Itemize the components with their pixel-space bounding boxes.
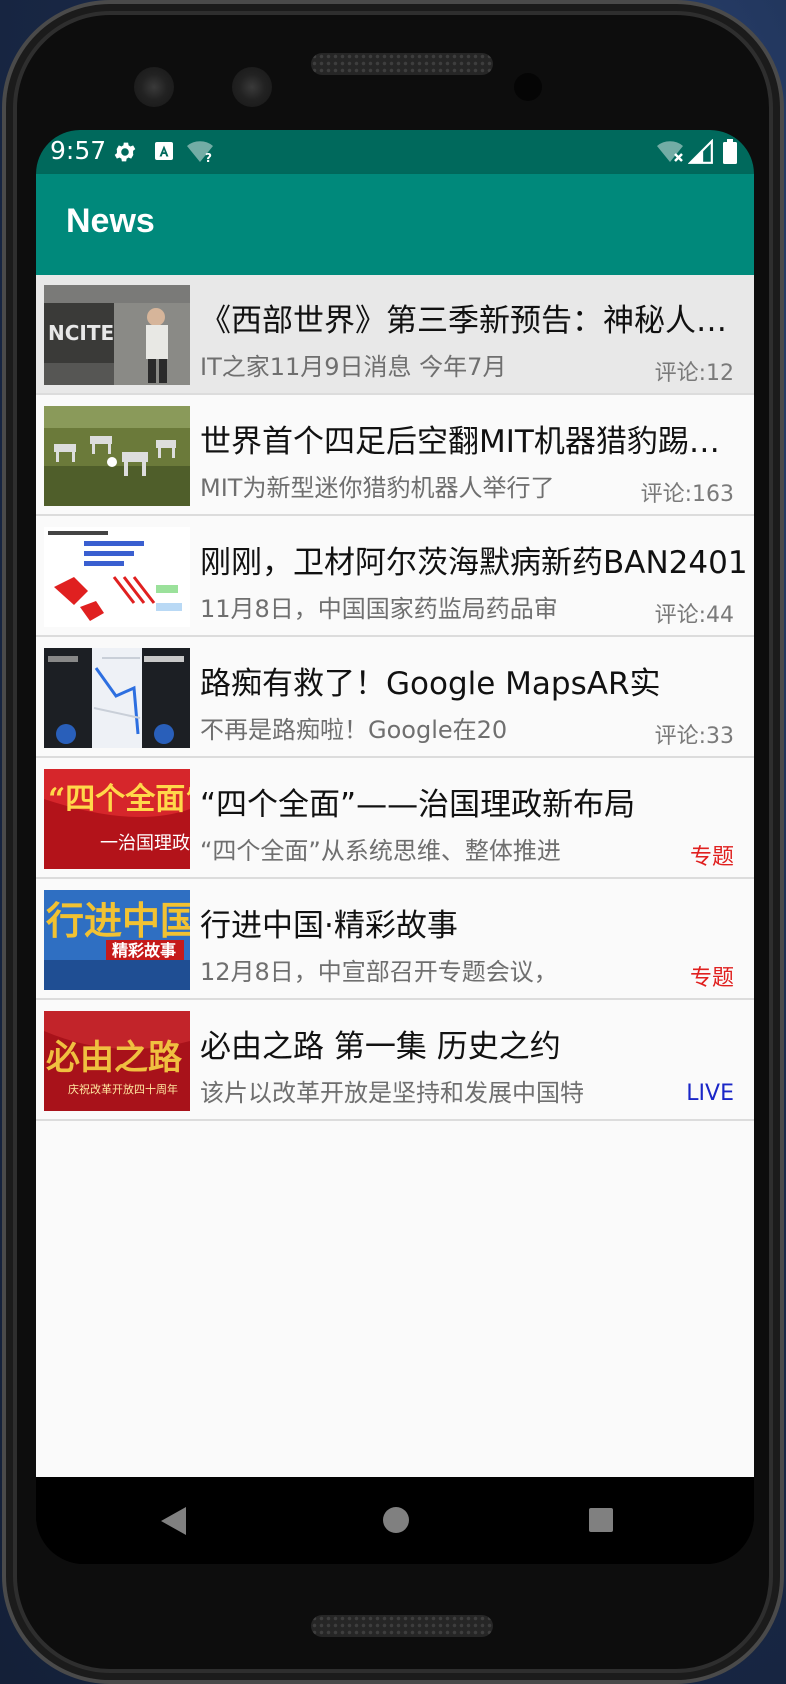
a-notification-icon <box>152 139 176 167</box>
gear-icon <box>112 139 138 169</box>
comment-count: 评论:163 <box>640 482 734 507</box>
app-title: News <box>66 202 155 240</box>
proximity-sensor <box>514 73 542 101</box>
comment-count: 评论:33 <box>654 724 734 749</box>
news-title: 刚刚，卫材阿尔茨海默病新药BAN2401 <box>200 545 748 581</box>
signal-icon <box>687 138 714 169</box>
news-item[interactable]: “四个全面” 一治国理政 “四个全面”——治国理政新布局 “四个全面”从系统思维… <box>36 759 754 879</box>
battery-icon <box>722 139 738 169</box>
news-item[interactable]: NCITE 《西部世界》第三季新预告：神秘人物登场 IT之家11月9日消息 今年… <box>36 275 754 395</box>
news-desc: 不再是路痴啦！Google在20 <box>200 716 508 744</box>
svg-text:?: ? <box>205 151 212 165</box>
news-desc: IT之家11月9日消息 今年7月 <box>200 353 507 381</box>
news-desc: MIT为新型迷你猎豹机器人举行了 <box>200 474 555 502</box>
news-item[interactable]: 必由之路 庆祝改革开放四十周年 必由之路 第一集 历史之约 该片以改革开放是坚持… <box>36 1001 754 1121</box>
news-title: 必由之路 第一集 历史之约 <box>200 1029 561 1065</box>
thumb-small-text: 庆祝改革开放四十周年 <box>68 1082 178 1096</box>
news-title: 《西部世界》第三季新预告：神秘人物登场 <box>200 303 748 339</box>
news-thumbnail: 行进中国 精彩故事 <box>44 890 190 990</box>
news-desc: “四个全面”从系统思维、整体推进 <box>200 837 561 865</box>
home-icon[interactable] <box>381 1505 411 1539</box>
thumb-logo-text: NCITE <box>48 321 114 345</box>
front-camera <box>134 67 174 107</box>
news-thumbnail <box>44 406 190 506</box>
news-thumbnail: 必由之路 庆祝改革开放四十周年 <box>44 1011 190 1111</box>
thumb-badge-text: 精彩故事 <box>112 941 176 960</box>
front-sensor <box>232 67 272 107</box>
news-item[interactable]: 行进中国 精彩故事 行进中国·精彩故事 12月8日，中宣部召开专题会议， 专题 <box>36 880 754 1000</box>
phone-screen: 9:57 ? News NCITE 《西部世界》第三季新预告：神秘人物登场 IT… <box>36 130 754 1564</box>
news-desc: 该片以改革开放是坚持和发展中国特 <box>200 1079 584 1107</box>
thumb-big-text: “四个全面” <box>48 782 190 817</box>
status-time: 9:57 <box>50 136 107 165</box>
thumb-big-text: 必由之路 <box>46 1038 183 1078</box>
news-desc: 11月8日，中国国家药监局药品审 <box>200 595 558 623</box>
comment-count: 评论:12 <box>654 361 734 386</box>
news-thumbnail: “四个全面” 一治国理政 <box>44 769 190 869</box>
news-item[interactable]: 刚刚，卫材阿尔茨海默病新药BAN2401 11月8日，中国国家药监局药品审 评论… <box>36 517 754 637</box>
news-item[interactable]: 世界首个四足后空翻MIT机器猎豹踢足球 MIT为新型迷你猎豹机器人举行了 评论:… <box>36 396 754 516</box>
news-title: 行进中国·精彩故事 <box>200 908 458 944</box>
thumb-big-text: 行进中国 <box>46 898 190 943</box>
bottom-speaker <box>311 1615 493 1637</box>
news-desc: 12月8日，中宣部召开专题会议， <box>200 958 558 986</box>
topic-badge: 专题 <box>689 845 734 870</box>
earpiece-speaker <box>311 53 493 75</box>
news-title: 世界首个四足后空翻MIT机器猎豹踢足球 <box>200 424 748 460</box>
news-thumbnail <box>44 648 190 748</box>
news-thumbnail <box>44 527 190 627</box>
live-badge: LIVE <box>686 1081 734 1106</box>
news-title: “四个全面”——治国理政新布局 <box>200 787 636 823</box>
comment-count: 评论:44 <box>654 603 734 628</box>
news-title: 路痴有救了！Google MapsAR实 <box>200 666 661 702</box>
back-icon[interactable] <box>158 1505 188 1541</box>
news-thumbnail: NCITE <box>44 285 190 385</box>
status-bar: 9:57 ? <box>36 130 754 174</box>
topic-badge: 专题 <box>689 966 734 991</box>
wifi-off-icon <box>656 139 686 169</box>
wifi-question-icon: ? <box>186 139 216 169</box>
navigation-bar <box>36 1477 754 1564</box>
news-item[interactable]: 路痴有救了！Google MapsAR实 不再是路痴啦！Google在20 评论… <box>36 638 754 758</box>
thumb-small-text: 一治国理政 <box>100 833 190 854</box>
recents-icon[interactable] <box>588 1507 614 1537</box>
app-bar: News <box>36 174 754 275</box>
news-list: NCITE 《西部世界》第三季新预告：神秘人物登场 IT之家11月9日消息 今年… <box>36 275 754 1477</box>
